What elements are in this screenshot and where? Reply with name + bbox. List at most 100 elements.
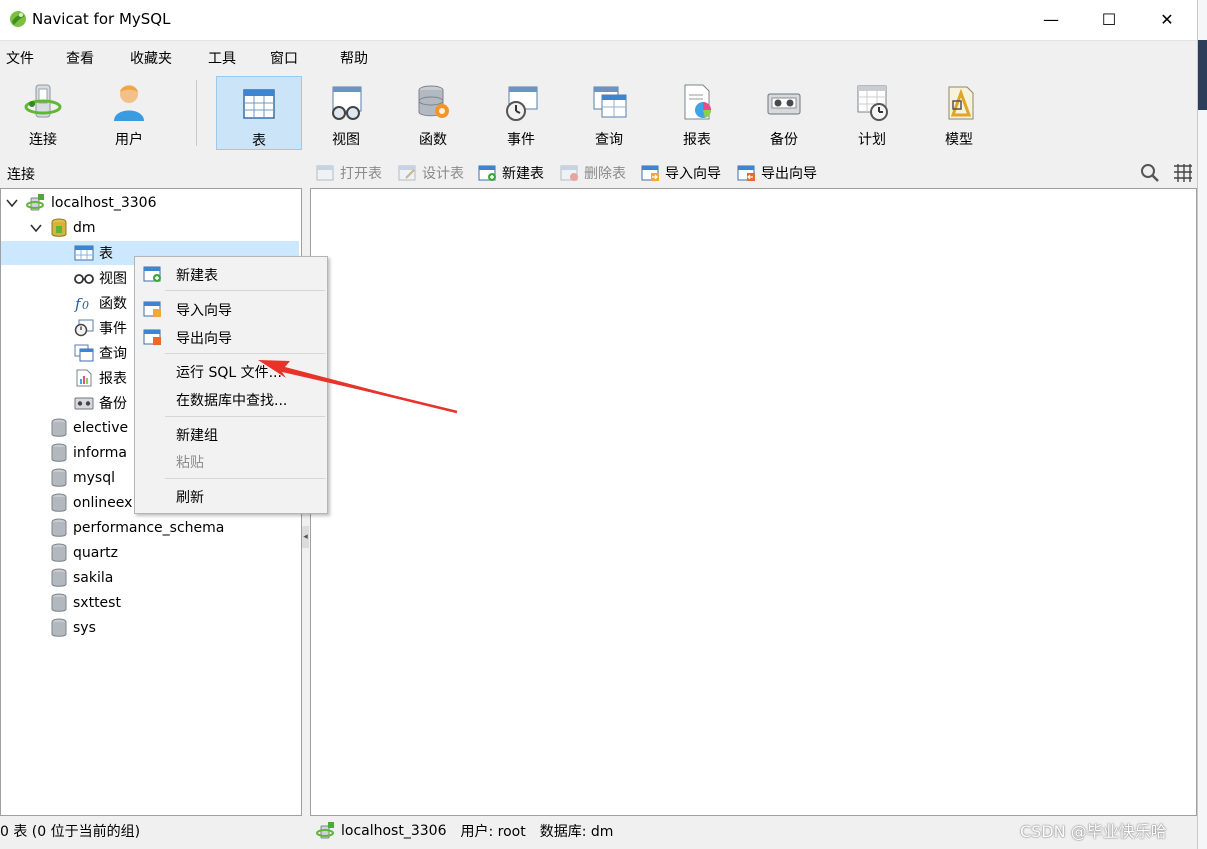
- toolbar-report-button[interactable]: 报表: [654, 76, 740, 150]
- context-menu-paste[interactable]: 粘贴: [135, 448, 327, 474]
- tree-object-reports[interactable]: 报表: [74, 366, 127, 390]
- backup-icon: [74, 397, 94, 410]
- import-icon: [143, 301, 161, 317]
- export-wizard-button[interactable]: 导出向导: [737, 163, 817, 183]
- tree-database-item[interactable]: elective: [50, 416, 128, 440]
- report-icon: [684, 84, 712, 120]
- toolbar-model-button[interactable]: 模型: [916, 76, 1002, 150]
- database-icon: [51, 518, 67, 537]
- open-table-button[interactable]: 打开表: [316, 163, 382, 183]
- design-table-button[interactable]: 设计表: [398, 163, 464, 183]
- database-icon: [51, 543, 67, 562]
- tree-database-item[interactable]: performance_schema: [50, 516, 224, 540]
- tree-database-item[interactable]: quartz: [50, 541, 118, 565]
- tree-database-item[interactable]: sakila: [50, 566, 113, 590]
- tree-database-item[interactable]: mysql: [50, 466, 115, 490]
- backup-icon: [767, 93, 801, 115]
- connection-icon: [316, 822, 334, 839]
- chevron-down-icon[interactable]: [30, 222, 42, 234]
- toolbar-query-button[interactable]: 查询: [566, 76, 652, 150]
- toolbar-schedule-button[interactable]: 计划: [829, 76, 915, 150]
- context-menu: 新建表 导入向导 导出向导 运行 SQL 文件... 在数据库中查找... 新建…: [134, 256, 328, 514]
- connection-panel-label: 连接: [7, 167, 35, 183]
- tree-database-dm[interactable]: dm: [30, 216, 96, 240]
- background-window-block: [1198, 40, 1207, 110]
- toolbar-user-button[interactable]: 用户: [86, 76, 172, 150]
- tree-object-functions[interactable]: f 0 函数: [74, 291, 127, 315]
- export-icon: [143, 329, 161, 345]
- toolbar-connection-button[interactable]: 连接: [0, 76, 86, 150]
- tree-connection-localhost[interactable]: localhost_3306: [6, 191, 156, 215]
- context-menu-run-sql-file[interactable]: 运行 SQL 文件...: [135, 358, 327, 384]
- minimize-button[interactable]: —: [1022, 0, 1080, 38]
- window-title: Navicat for MySQL: [32, 10, 171, 28]
- toolbar-function-button[interactable]: 函数: [390, 76, 476, 150]
- view-icon: [74, 274, 94, 284]
- design-table-icon: [398, 165, 416, 181]
- context-menu-import-wizard[interactable]: 导入向导: [135, 296, 327, 322]
- status-bar: 0 表 (0 位于当前的组) localhost_3306 用户: root 数…: [0, 816, 1197, 849]
- menu-tools[interactable]: 工具: [208, 48, 236, 68]
- context-menu-refresh[interactable]: 刷新: [135, 483, 327, 509]
- tree-database-item[interactable]: sys: [50, 616, 96, 640]
- tree-object-events[interactable]: 事件: [74, 316, 127, 340]
- model-icon: [948, 86, 974, 120]
- status-table-count: 0 表 (0 位于当前的组): [0, 824, 141, 840]
- database-open-icon: [51, 218, 67, 237]
- function-icon: [418, 85, 449, 118]
- menu-view[interactable]: 查看: [66, 48, 94, 68]
- csdn-watermark: CSDN @毕业快乐哈: [1020, 822, 1167, 841]
- object-list-panel[interactable]: [310, 188, 1197, 816]
- import-wizard-button[interactable]: 导入向导: [641, 163, 721, 183]
- function-icon: f 0: [74, 295, 89, 312]
- database-icon: [51, 468, 67, 487]
- tree-object-backups[interactable]: 备份: [74, 391, 127, 415]
- delete-table-icon: [560, 165, 578, 181]
- menu-help[interactable]: 帮助: [340, 48, 368, 68]
- maximize-button[interactable]: ☐: [1080, 0, 1138, 38]
- delete-table-button[interactable]: 删除表: [560, 163, 626, 183]
- tree-database-item[interactable]: onlineex: [50, 491, 132, 515]
- collapse-arrow-icon[interactable]: ◂: [302, 526, 309, 548]
- tree-object-views[interactable]: 视图: [74, 266, 127, 290]
- background-window-strip: [1197, 0, 1207, 849]
- grid-view-icon[interactable]: [1172, 163, 1194, 183]
- context-menu-export-wizard[interactable]: 导出向导: [135, 324, 327, 350]
- schedule-icon: [857, 85, 888, 121]
- open-table-icon: [316, 165, 334, 181]
- context-menu-separator: [165, 353, 325, 354]
- table-icon: [74, 245, 94, 261]
- toolbar-separator: [196, 80, 197, 146]
- event-icon: [74, 319, 94, 337]
- toolbar-backup-button[interactable]: 备份: [741, 76, 827, 150]
- menu-favorites[interactable]: 收藏夹: [130, 48, 172, 68]
- context-menu-new-group[interactable]: 新建组: [135, 421, 327, 447]
- context-menu-find-in-database[interactable]: 在数据库中查找...: [135, 386, 327, 412]
- tree-database-item[interactable]: informa: [50, 441, 127, 465]
- toolbar-table-button[interactable]: 表: [216, 76, 302, 150]
- search-icon[interactable]: [1140, 163, 1160, 183]
- chevron-down-icon[interactable]: [6, 197, 18, 209]
- menu-window[interactable]: 窗口: [270, 48, 298, 68]
- menu-file[interactable]: 文件: [6, 48, 34, 68]
- svg-text:0: 0: [82, 299, 89, 312]
- toolbar-event-button[interactable]: 事件: [478, 76, 564, 150]
- query-icon: [593, 86, 627, 118]
- close-button[interactable]: ✕: [1138, 0, 1196, 38]
- tree-object-tables[interactable]: 表: [74, 241, 113, 265]
- context-menu-new-table[interactable]: 新建表: [135, 261, 327, 287]
- status-user: 用户: root: [460, 824, 526, 840]
- query-icon: [74, 344, 94, 362]
- database-icon: [51, 418, 67, 437]
- report-icon: [76, 369, 92, 387]
- database-icon: [51, 618, 67, 637]
- tree-database-item[interactable]: sxttest: [50, 591, 121, 615]
- context-menu-separator: [165, 416, 325, 417]
- toolbar-view-button[interactable]: 视图: [303, 76, 389, 150]
- connection-icon: [26, 194, 44, 211]
- event-icon: [506, 86, 538, 121]
- tree-object-queries[interactable]: 查询: [74, 341, 127, 365]
- status-connection: localhost_3306: [341, 823, 447, 839]
- new-table-button[interactable]: 新建表: [478, 163, 544, 183]
- title-bar: Navicat for MySQL — ☐ ✕: [0, 0, 1197, 38]
